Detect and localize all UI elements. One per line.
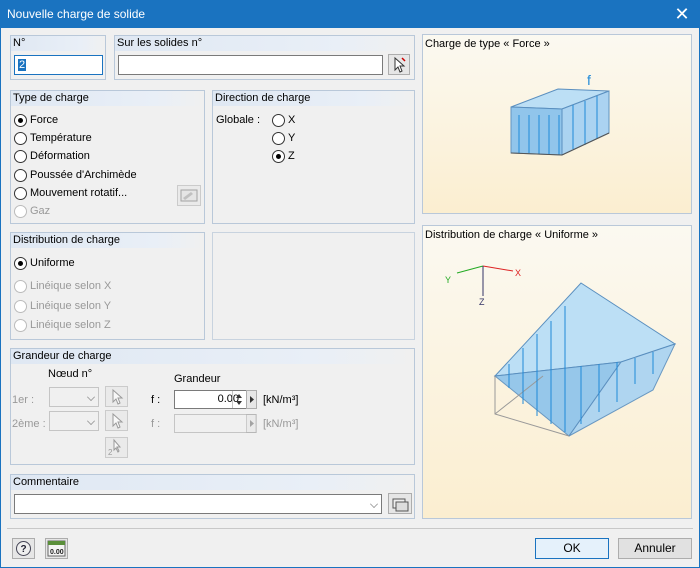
comment-input[interactable] [14,494,382,514]
solids-label: Sur les solides n° [117,37,203,49]
svg-text:X: X [515,268,521,278]
f2-unit: [kN/m³] [263,418,299,430]
title-bar: Nouvelle charge de solide ✕ [1,1,699,28]
distribution-group: Distribution de charge Uniforme Linéique… [10,232,205,340]
footer-separator [7,528,693,529]
row1-label: 1er : [12,394,35,406]
pick-node1-button[interactable] [105,386,128,407]
units-button[interactable]: 0.00 [45,538,68,559]
svg-text:Z: Z [479,297,485,307]
rotary-motion-edit-button[interactable] [177,185,201,206]
direction-label: Direction de charge [215,92,311,104]
pick-solids-button[interactable] [388,54,410,75]
force-symbol: f [587,72,591,88]
distribution-label: Distribution de charge [13,234,121,246]
comment-group: Commentaire [10,474,415,519]
empty-panel [212,232,415,340]
help-icon: ? [16,541,31,556]
edit-dialog-icon [180,189,198,202]
node2-select[interactable] [49,411,99,431]
direction-group: Direction de charge Globale : X Y Z [212,90,415,224]
arrow-right-icon [250,420,254,427]
f1-spinner[interactable] [232,391,244,408]
value-header: Grandeur [174,373,221,385]
row2-label: 2ème : [12,418,46,430]
f2-label: f : [151,418,161,430]
load-type-label: Type de charge [13,92,89,104]
global-label: Globale : [216,114,261,126]
axis-triad-icon: X Y Z [445,265,521,307]
uniform-load-illustration: X Y Z [445,265,677,437]
close-icon[interactable]: ✕ [671,3,693,25]
force-load-illustration: f [510,72,610,156]
pick-two-icon: 2 [108,438,122,457]
distribution-preview: Distribution de charge « Uniforme » X Y … [422,225,692,519]
comment-dropdown[interactable] [366,495,381,513]
help-button[interactable]: ? [12,538,35,559]
window-title: Nouvelle charge de solide [7,7,146,21]
cursor-pick-icon [394,56,406,73]
number-group: N° 2 [10,35,106,80]
cursor-pick-icon [112,412,124,429]
spin-arrows-icon [236,394,242,405]
cancel-button[interactable]: Annuler [618,538,692,559]
svg-text:0.00: 0.00 [50,549,64,556]
load-type-preview: Charge de type « Force » f [422,34,692,214]
solids-group: Sur les solides n° [114,35,415,80]
f2-menu-button[interactable] [246,414,257,433]
solids-input[interactable] [118,55,383,75]
pick-node2-button[interactable] [105,410,128,431]
pick-two-nodes-button[interactable]: 2 [105,437,128,458]
arrow-right-icon [250,396,254,403]
f1-label: f : [151,394,161,406]
ok-button[interactable]: OK [535,538,609,559]
comment-library-icon [392,498,409,512]
load-type-group: Type de charge Force Température Déforma… [10,90,205,224]
cursor-pick-icon [112,388,124,405]
f1-menu-button[interactable] [246,390,257,409]
svg-text:?: ? [21,544,27,555]
comment-label: Commentaire [13,476,80,488]
number-input[interactable]: 2 [14,55,103,75]
svg-text:2: 2 [108,448,113,457]
number-label: N° [13,37,26,49]
units-decimal-icon: 0.00 [47,540,66,557]
node-header: Nœud n° [48,368,93,380]
f1-unit: [kN/m³] [263,394,299,406]
comment-library-button[interactable] [388,493,412,514]
magnitude-label: Grandeur de charge [13,350,112,362]
dialog-window: Nouvelle charge de solide ✕ N° 2 Sur les… [0,0,700,568]
svg-text:Y: Y [445,275,451,285]
node1-select[interactable] [49,387,99,407]
f2-input[interactable] [174,414,256,433]
magnitude-group: Grandeur de charge Nœud n° Grandeur 1er … [10,348,415,465]
